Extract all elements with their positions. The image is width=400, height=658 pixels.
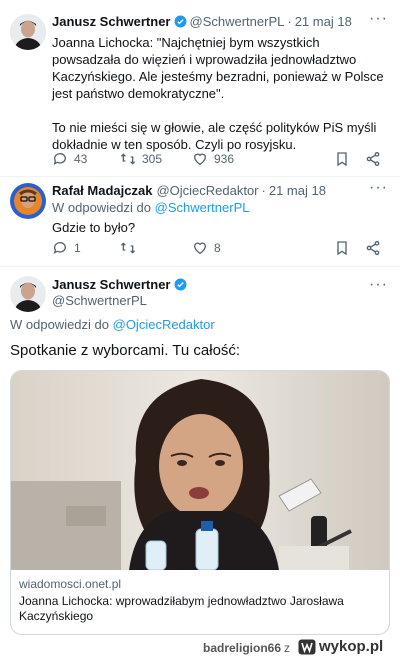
share-icon — [366, 152, 380, 166]
tweet-1[interactable]: Janusz Schwertner @SchwertnerPL · 21 maj… — [0, 0, 400, 180]
more-dots-icon[interactable]: ··· — [369, 10, 388, 28]
reply-icon — [53, 242, 66, 254]
like-count: 936 — [214, 152, 235, 166]
retweet-icon — [120, 153, 136, 165]
wykop-footer: badreligion66 z wykop.pl — [0, 636, 400, 658]
more-dots-icon[interactable]: ··· — [369, 276, 388, 294]
retweet-button[interactable] — [120, 240, 142, 256]
separator: · — [261, 183, 266, 198]
like-count: 8 — [214, 241, 221, 255]
verified-badge-icon — [174, 15, 187, 28]
link-card[interactable]: wiadomosci.onet.pl Joanna Lichocka: wpro… — [10, 370, 390, 635]
bookmark-button[interactable] — [334, 240, 356, 256]
footer-username[interactable]: badreligion66 — [203, 641, 281, 655]
reply-button[interactable]: 1 — [52, 240, 81, 256]
tweet-date[interactable]: 21 maj 18 — [295, 14, 352, 29]
tweet-text: Gdzie to było? — [52, 220, 136, 235]
author-name[interactable]: Rafał Madajczak — [52, 183, 152, 198]
avatar[interactable] — [10, 276, 46, 312]
author-handle[interactable]: @SchwertnerPL — [190, 14, 285, 29]
footer-brand: wykop.pl — [319, 638, 384, 655]
tweet-2[interactable]: Rafał Madajczak @OjciecRedaktor · 21 maj… — [0, 177, 400, 265]
card-domain: wiadomosci.onet.pl — [19, 577, 122, 591]
reply-button[interactable]: 43 — [52, 151, 87, 167]
verified-badge-icon — [174, 278, 187, 291]
retweet-count: 305 — [142, 152, 163, 166]
reply-to-handle[interactable]: @SchwertnerPL — [155, 200, 250, 215]
wykop-logo-icon — [298, 639, 316, 654]
avatar[interactable] — [10, 183, 46, 219]
author-handle[interactable]: @SchwertnerPL — [52, 293, 147, 308]
share-button[interactable] — [365, 151, 387, 167]
reply-icon — [53, 153, 66, 165]
avatar[interactable] — [10, 14, 46, 50]
tweet-text: Joanna Lichocka: "Najchętniej bym wszyst… — [52, 35, 384, 152]
card-image[interactable] — [11, 371, 389, 571]
heart-icon — [193, 153, 207, 166]
tweet-actions: 43 305 936 — [52, 151, 380, 171]
footer-connector: z — [284, 641, 290, 655]
tweet-text: Spotkanie z wyborcami. Tu całość: — [10, 342, 241, 359]
card-title[interactable]: Joanna Lichocka: wprowadziłabym jednowła… — [19, 594, 383, 624]
reply-to-prefix: W odpowiedzi do — [52, 200, 151, 215]
reply-to-line: W odpowiedzi do @OjciecRedaktor — [10, 317, 215, 332]
reply-to-prefix: W odpowiedzi do — [10, 317, 109, 332]
bookmark-icon — [337, 152, 347, 167]
wykop-logo[interactable]: wykop.pl — [298, 638, 383, 655]
author-name[interactable]: Janusz Schwertner — [52, 14, 171, 29]
share-icon — [366, 241, 380, 255]
author-name[interactable]: Janusz Schwertner — [52, 277, 171, 292]
reply-count: 43 — [74, 152, 88, 166]
author-handle[interactable]: @OjciecRedaktor — [156, 183, 258, 198]
separator: · — [287, 14, 292, 29]
reply-to-line: W odpowiedzi do @SchwertnerPL — [52, 200, 249, 215]
like-button[interactable]: 936 — [192, 151, 234, 167]
more-dots-icon[interactable]: ··· — [369, 179, 388, 197]
tweet-actions: 1 8 — [52, 240, 380, 260]
share-button[interactable] — [365, 240, 387, 256]
tweet-date[interactable]: 21 maj 18 — [269, 183, 326, 198]
reply-count: 1 — [74, 241, 81, 255]
reply-to-handle[interactable]: @OjciecRedaktor — [113, 317, 215, 332]
retweet-button[interactable]: 305 — [120, 151, 162, 167]
bookmark-button[interactable] — [334, 151, 356, 167]
retweet-icon — [120, 242, 136, 254]
like-button[interactable]: 8 — [192, 240, 221, 256]
heart-icon — [193, 242, 207, 255]
bookmark-icon — [337, 241, 347, 256]
